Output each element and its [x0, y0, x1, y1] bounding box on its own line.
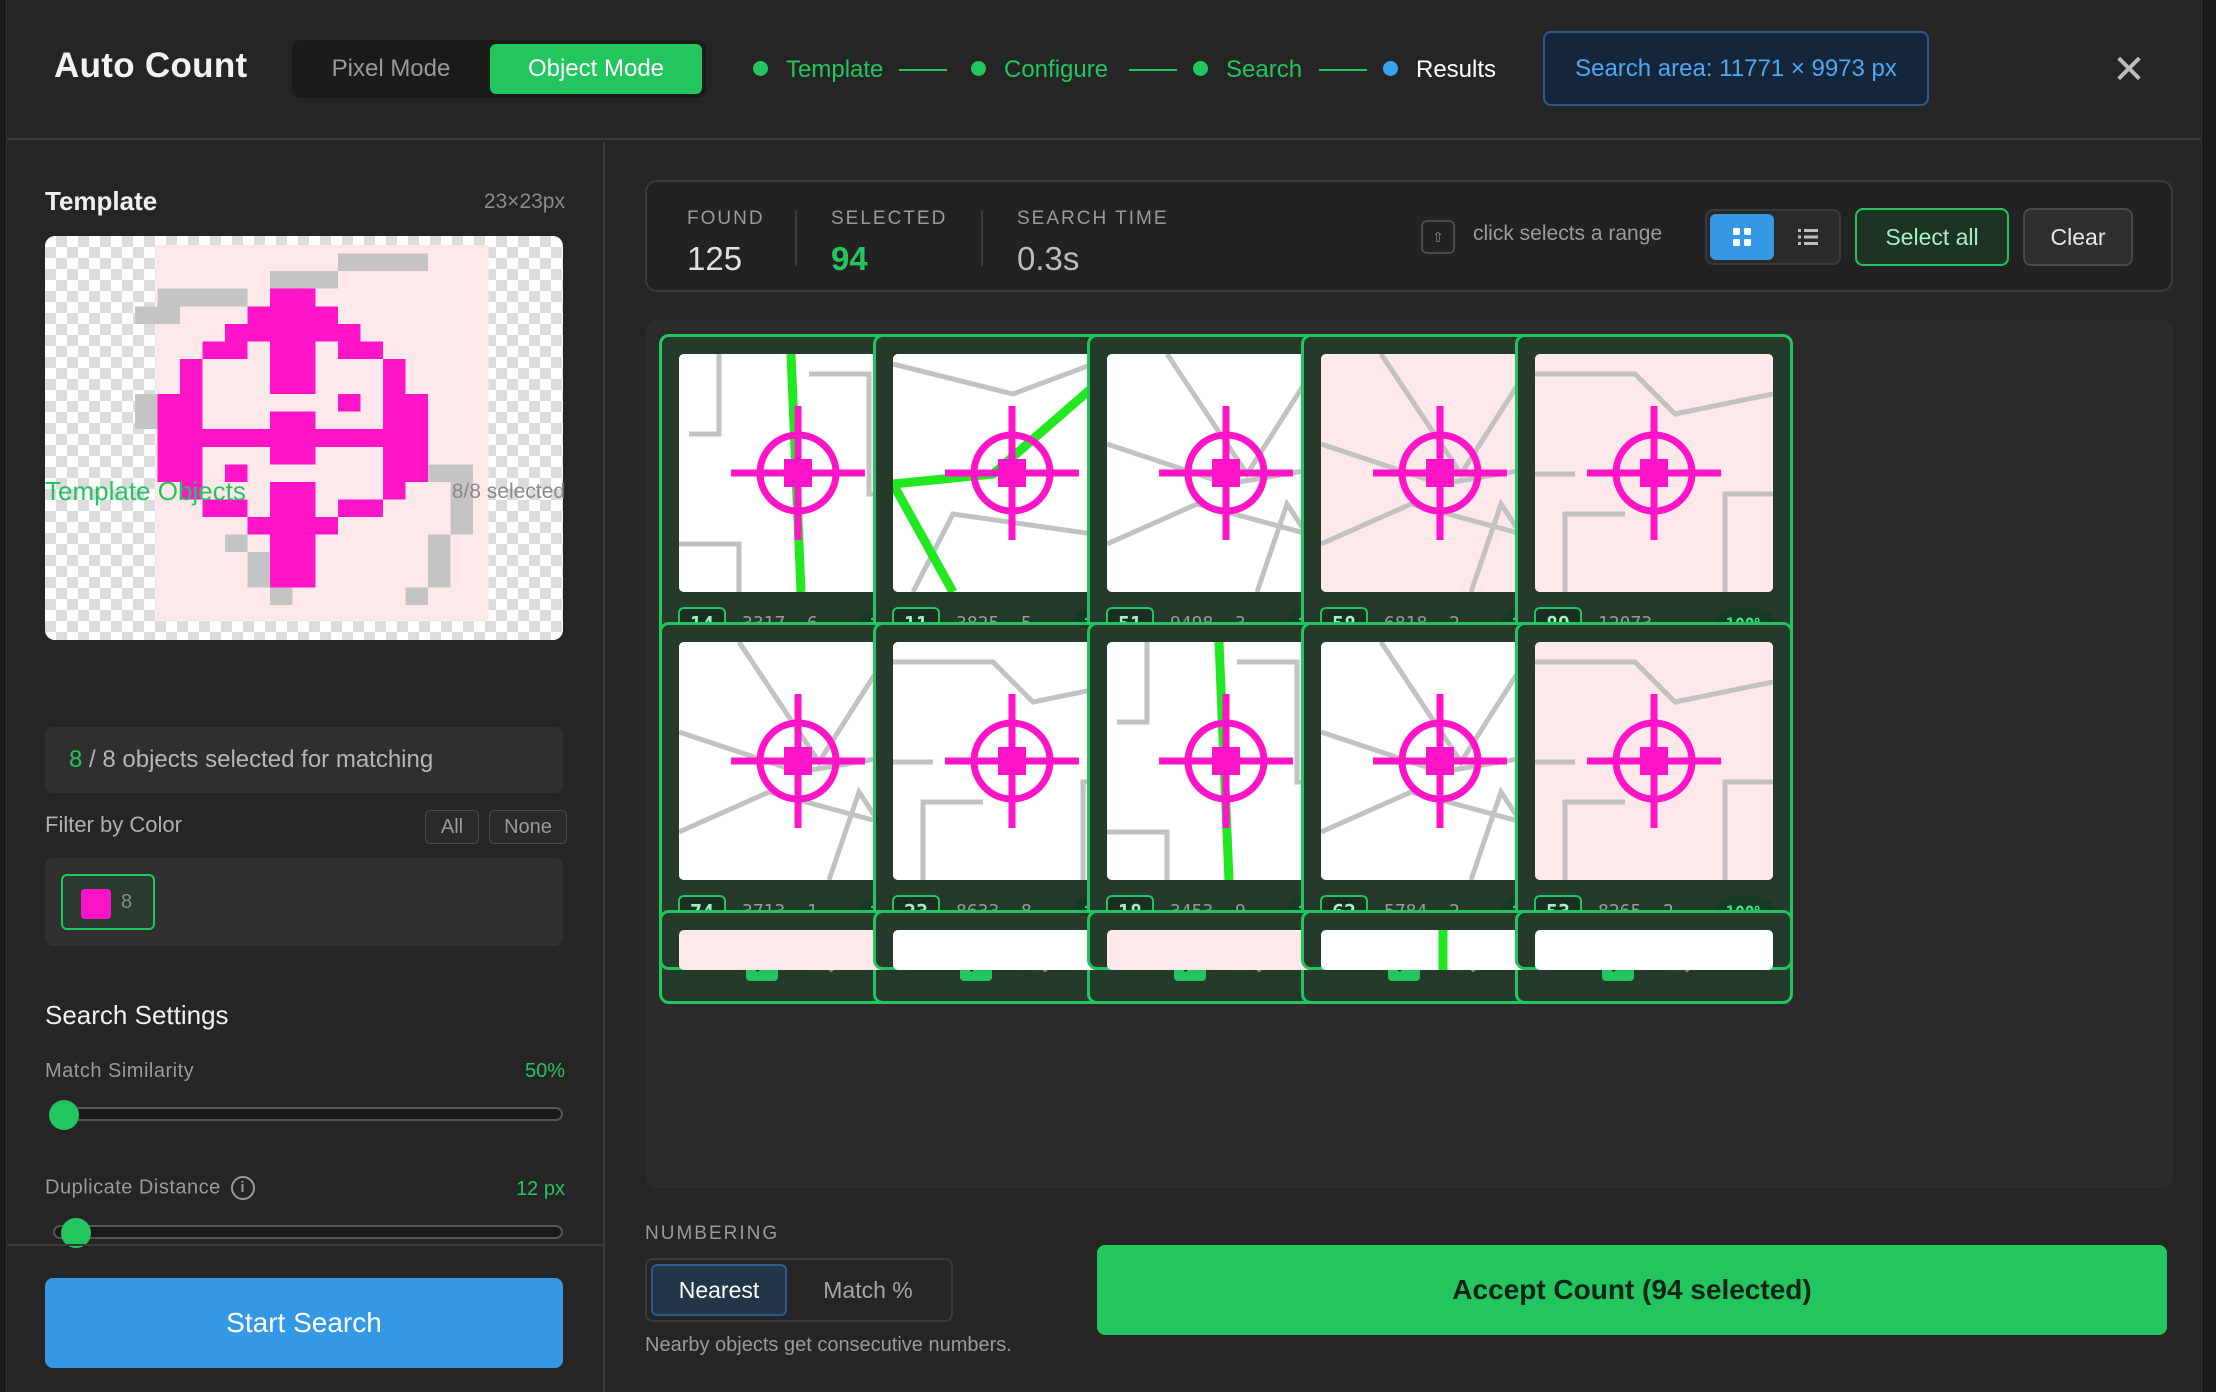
- template-objects-heading: Template Objects: [45, 476, 246, 506]
- result-thumbnail-image: [1535, 354, 1773, 592]
- template-heading: Template: [45, 186, 158, 216]
- numbering-nearest-button[interactable]: Nearest: [651, 1264, 787, 1316]
- similarity-value: 50%: [524, 1060, 565, 1082]
- step-dot: [1383, 61, 1398, 77]
- similarity-slider[interactable]: [49, 1100, 563, 1130]
- sidebar-divider: [7, 1244, 603, 1246]
- stat-selected: SELECTED 94: [831, 208, 947, 278]
- step-results: Results: [1383, 50, 1496, 90]
- list-icon: [1798, 229, 1818, 245]
- search-area-badge: Search area: 11771 × 9973 px: [1543, 31, 1929, 106]
- duplicate-distance-value: 12 px: [516, 1178, 565, 1200]
- view-toggle: [1705, 209, 1841, 265]
- filter-by-color-label: Filter by Color: [45, 812, 182, 837]
- search-settings-heading: Search Settings: [45, 1000, 229, 1030]
- objects-summary-text: / 8 objects selected for matching: [82, 746, 434, 773]
- stat-search-time-label: SEARCH TIME: [1017, 208, 1169, 229]
- step-label: Configure: [1004, 56, 1109, 83]
- mode-toggle: Pixel Mode Object Mode: [292, 40, 706, 98]
- dialog-title: Auto Count: [54, 46, 248, 85]
- stat-separator: [795, 210, 797, 266]
- filter-all-button[interactable]: All: [425, 810, 479, 844]
- template-size: 23×23px: [483, 190, 565, 213]
- stat-found: FOUND 125: [687, 208, 765, 278]
- stat-selected-value: 94: [831, 240, 868, 277]
- numbering-match-button[interactable]: Match %: [793, 1264, 943, 1316]
- step-dot: [1193, 61, 1208, 77]
- dialog-header: Auto Count Pixel Mode Object Mode Templa…: [7, 0, 2201, 140]
- color-swatch: [81, 889, 111, 919]
- results-stats-bar: FOUND 125 SELECTED 94 SEARCH TIME 0.3s ⇧…: [645, 180, 2173, 292]
- result-thumbnail-image: [1535, 642, 1773, 880]
- color-swatch-count: 8: [121, 891, 133, 913]
- list-view-button[interactable]: [1776, 214, 1840, 260]
- step-label: Search: [1226, 56, 1303, 83]
- step-dot: [971, 61, 986, 77]
- shift-key-icon: ⇧: [1421, 220, 1455, 254]
- grid-icon: [1733, 228, 1751, 246]
- step-template: Template: [753, 50, 883, 90]
- similarity-label: Match Similarity: [45, 1060, 195, 1082]
- step-label: Template: [786, 56, 884, 83]
- result-card-partial[interactable]: [1515, 910, 1793, 970]
- result-thumbnail: [1535, 642, 1773, 880]
- duplicate-distance-slider[interactable]: [53, 1218, 563, 1248]
- objects-selected-count: 8: [69, 746, 83, 773]
- similarity-slider-knob[interactable]: [49, 1100, 79, 1130]
- result-thumbnail: [1535, 930, 1773, 970]
- auto-count-dialog: Auto Count Pixel Mode Object Mode Templa…: [6, 0, 2202, 1392]
- start-search-button[interactable]: Start Search: [45, 1278, 563, 1368]
- step-search: Search: [1193, 50, 1302, 90]
- template-preview: [45, 236, 563, 640]
- template-image: [135, 244, 489, 621]
- step-connector: [1319, 69, 1367, 71]
- step-connector: [1129, 69, 1177, 71]
- accept-count-button[interactable]: Accept Count (94 selected): [1097, 1245, 2167, 1335]
- stat-found-value: 125: [687, 240, 743, 277]
- stat-separator: [981, 210, 983, 266]
- clear-button[interactable]: Clear: [2023, 208, 2133, 266]
- step-configure: Configure: [971, 50, 1108, 90]
- select-all-button[interactable]: Select all: [1855, 208, 2009, 266]
- objects-summary: 8 / 8 objects selected for matching: [45, 727, 563, 793]
- stat-found-label: FOUND: [687, 208, 765, 229]
- duplicate-distance-label: Duplicate Distance: [45, 1176, 221, 1199]
- grid-view-button[interactable]: [1710, 214, 1774, 260]
- numbering-toggle: Nearest Match %: [645, 1258, 953, 1322]
- color-swatch-chip[interactable]: 8: [61, 874, 155, 930]
- results-grid: 143317, 6…100%✓✕↓113825, 5…100%✓✕↓519498…: [645, 320, 2173, 1188]
- info-icon[interactable]: i: [230, 1176, 255, 1200]
- close-icon[interactable]: ✕: [2107, 48, 2151, 92]
- range-hint: click selects a range: [1473, 222, 1663, 245]
- step-label: Results: [1416, 56, 1497, 83]
- numbering-hint: Nearby objects get consecutive numbers.: [645, 1334, 1012, 1356]
- result-thumbnail: [1535, 354, 1773, 592]
- pixel-mode-button[interactable]: Pixel Mode: [296, 44, 486, 94]
- stat-selected-label: SELECTED: [831, 208, 948, 229]
- step-connector: [899, 69, 947, 71]
- filter-none-button[interactable]: None: [489, 810, 567, 844]
- color-filter-list: 8: [45, 858, 563, 946]
- duplicate-distance-label-row: Duplicate Distance i: [45, 1176, 255, 1200]
- stat-search-time-value: 0.3s: [1017, 240, 1080, 277]
- stat-search-time: SEARCH TIME 0.3s: [1017, 208, 1169, 278]
- numbering-label: NUMBERING: [645, 1223, 780, 1244]
- step-dot: [753, 61, 768, 77]
- sidebar: Template 23×23px Template Objects 8/8 se…: [7, 142, 605, 1392]
- template-objects-selected: 8/8 selected: [451, 480, 565, 503]
- object-mode-button[interactable]: Object Mode: [490, 44, 702, 94]
